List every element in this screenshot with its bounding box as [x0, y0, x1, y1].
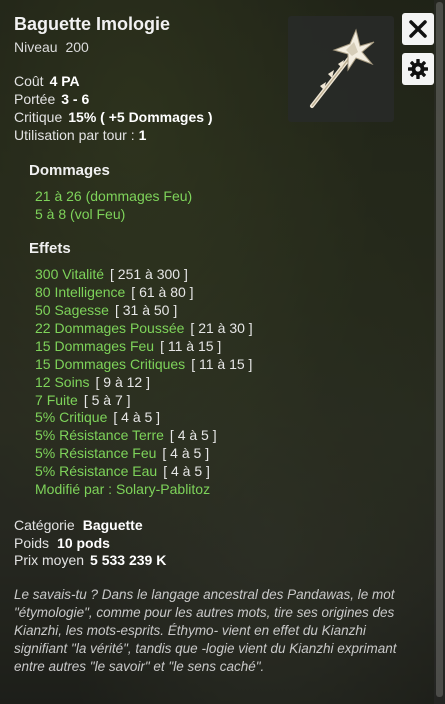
- close-icon: [409, 20, 427, 38]
- effect-text: Dommages Poussée: [54, 320, 185, 336]
- weight-label: Poids: [14, 535, 50, 551]
- level-value: 200: [65, 39, 89, 55]
- effect-range: [ 4 à 5 ]: [169, 427, 217, 443]
- effect-line: 5% Résistance Terre [ 4 à 5 ]: [35, 426, 217, 444]
- cost-value: 4 PA: [49, 73, 80, 89]
- effect-text: Critique: [59, 409, 108, 425]
- effect-text: Dommages Feu: [54, 338, 155, 354]
- stat-uses: Utilisation par tour :1: [14, 126, 146, 144]
- damage-line: 5 à 8 (vol Feu): [35, 205, 125, 223]
- effect-line: 22 Dommages Poussée [ 21 à 30 ]: [35, 319, 253, 337]
- effect-value: 50: [35, 302, 51, 318]
- effect-text: Sagesse: [54, 302, 109, 318]
- effect-line: 80 Intelligence [ 61 à 80 ]: [35, 283, 194, 301]
- effect-line: 5% Résistance Eau [ 4 à 5 ]: [35, 462, 210, 480]
- effect-value: 7: [35, 392, 43, 408]
- weight-value: 10 pods: [57, 535, 110, 551]
- effect-text: Résistance Feu: [59, 445, 157, 461]
- modified-by-name: Solary-Pablitoz: [115, 481, 211, 497]
- wand-icon: [310, 28, 375, 108]
- effect-value: 5%: [35, 409, 56, 425]
- item-icon-frame: [288, 16, 394, 122]
- damage-line: 21 à 26 (dommages Feu): [35, 187, 192, 205]
- effect-value: 22: [35, 320, 51, 336]
- effect-range: [ 11 à 15 ]: [160, 338, 222, 354]
- effect-line: 300 Vitalité [ 251 à 300 ]: [35, 265, 188, 283]
- level-label: Niveau: [14, 39, 58, 55]
- info-category: Catégorie Baguette: [14, 516, 143, 534]
- price-label: Prix moyen: [14, 552, 85, 568]
- effect-range: [ 5 à 7 ]: [83, 392, 131, 408]
- scrollbar[interactable]: [434, 0, 445, 704]
- effect-value: 15: [35, 356, 51, 372]
- effect-value: 15: [35, 338, 51, 354]
- effect-range: [ 4 à 5 ]: [162, 445, 210, 461]
- cost-label: Coût: [14, 73, 44, 89]
- range-label: Portée: [14, 91, 56, 107]
- crit-label: Critique: [14, 109, 63, 125]
- effect-range: [ 4 à 5 ]: [113, 409, 161, 425]
- category-label: Catégorie: [14, 517, 75, 533]
- gear-icon: [408, 59, 428, 79]
- effect-value: 5%: [35, 445, 56, 461]
- modified-label: Modifié par :: [35, 481, 113, 497]
- effect-text: Résistance Eau: [59, 463, 158, 479]
- scrollbar-thumb[interactable]: [436, 2, 443, 697]
- price-value: 5 533 239 K: [90, 552, 167, 568]
- effect-text: Fuite: [46, 392, 78, 408]
- range-value: 3 - 6: [61, 91, 90, 107]
- stat-cost: Coût 4 PA: [14, 72, 80, 90]
- effect-line: 50 Sagesse [ 31 à 50 ]: [35, 301, 177, 319]
- damage-value: 5 à 8: [35, 206, 67, 222]
- close-button[interactable]: [402, 13, 434, 45]
- effect-line: 7 Fuite [ 5 à 7 ]: [35, 391, 131, 409]
- effect-range: [ 11 à 15 ]: [191, 356, 253, 372]
- effect-range: [ 21 à 30 ]: [190, 320, 253, 336]
- info-weight: Poids 10 pods: [14, 534, 110, 552]
- info-price: Prix moyen 5 533 239 K: [14, 551, 166, 569]
- effect-value: 300: [35, 266, 59, 282]
- effect-range: [ 251 à 300 ]: [110, 266, 188, 282]
- effect-line: 15 Dommages Feu [ 11 à 15 ]: [35, 337, 221, 355]
- effect-text: Résistance Terre: [59, 427, 164, 443]
- effect-text: Vitalité: [62, 266, 105, 282]
- effect-value: 12: [35, 374, 51, 390]
- effect-range: [ 31 à 50 ]: [114, 302, 178, 318]
- damage-value: 21 à 26: [35, 188, 82, 204]
- effect-value: 80: [35, 284, 51, 300]
- damage-text: (dommages Feu): [85, 188, 193, 204]
- effect-text: Intelligence: [54, 284, 126, 300]
- damage-text: (vol Feu): [70, 206, 126, 222]
- settings-button[interactable]: [402, 53, 434, 85]
- effect-range: [ 61 à 80 ]: [131, 284, 194, 300]
- effect-line: 15 Dommages Critiques [ 11 à 15 ]: [35, 355, 252, 373]
- uses-label: Utilisation par tour :: [14, 127, 135, 143]
- effect-range: [ 4 à 5 ]: [163, 463, 210, 479]
- effect-value: 5%: [35, 463, 56, 479]
- item-lore: Le savais-tu ? Dans le langage ancestral…: [14, 587, 397, 674]
- category-value: Baguette: [82, 517, 143, 533]
- effect-text: Soins: [54, 374, 90, 390]
- effect-value: 5%: [35, 427, 56, 443]
- effects-section-title: Effets: [29, 240, 71, 257]
- stat-crit: Critique 15% ( +5 Dommages ): [14, 108, 213, 126]
- damage-section-title: Dommages: [29, 162, 110, 179]
- modified-by: Modifié par : Solary-Pablitoz: [35, 480, 210, 498]
- item-name: Baguette Imologie: [14, 14, 171, 34]
- effect-range: [ 9 à 12 ]: [95, 374, 150, 390]
- item-level: Niveau 200: [14, 38, 89, 56]
- effect-line: 12 Soins [ 9 à 12 ]: [35, 373, 150, 391]
- stat-range: Portée 3 - 6: [14, 90, 89, 108]
- uses-value: 1: [138, 127, 147, 143]
- effect-line: 5% Résistance Feu [ 4 à 5 ]: [35, 444, 209, 462]
- effect-line: 5% Critique [ 4 à 5 ]: [35, 408, 160, 426]
- effect-text: Dommages Critiques: [54, 356, 186, 372]
- crit-value: 15% ( +5 Dommages ): [68, 109, 213, 125]
